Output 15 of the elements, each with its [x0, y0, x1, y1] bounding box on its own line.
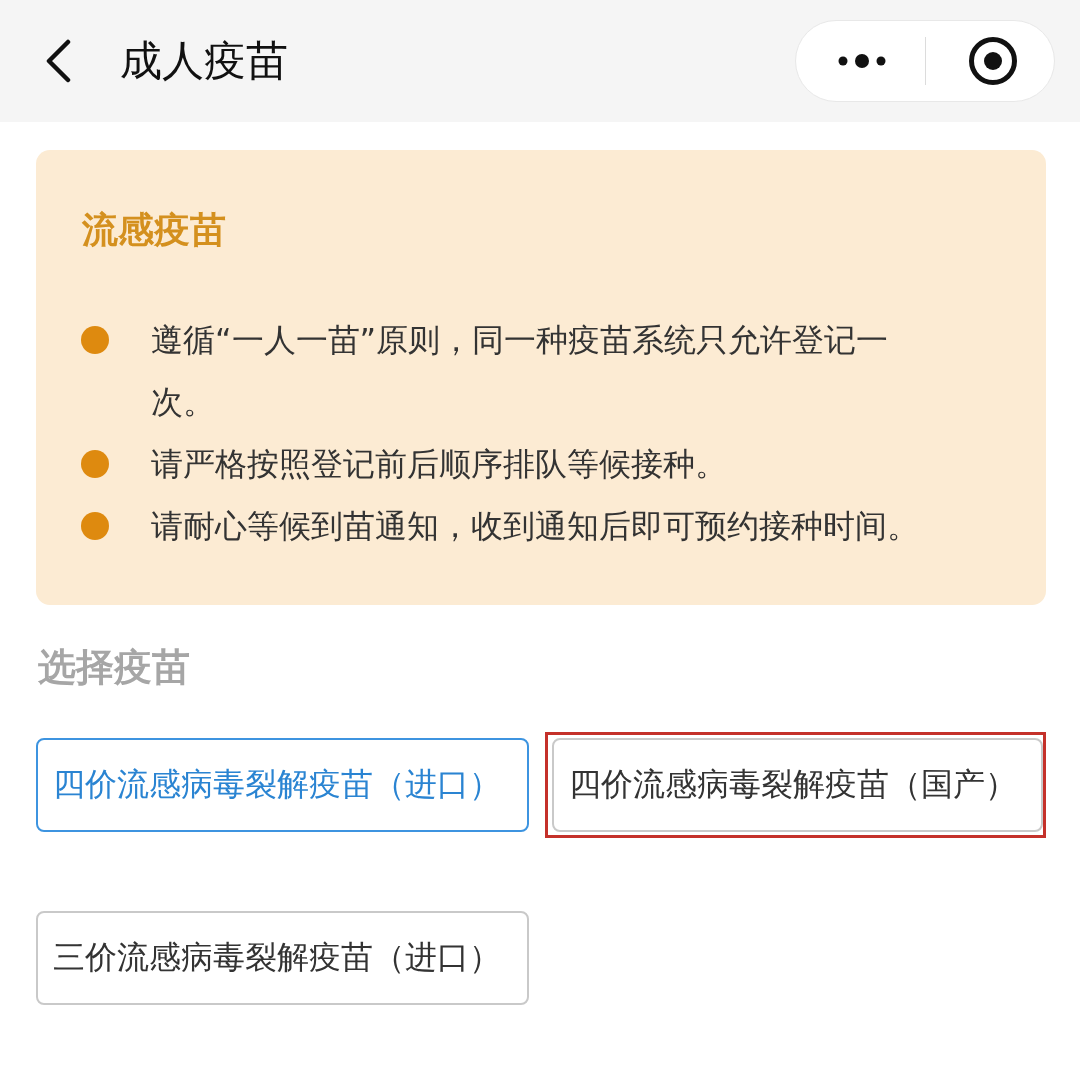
notice-text: 遵循“一人一苗”原则，同一种疫苗系统只允许登记一次。: [151, 320, 890, 423]
notice-text: 请严格按照登记前后顺序排队等候接种。: [151, 444, 728, 485]
page-title: 成人疫苗: [120, 35, 288, 87]
notice-title: 流感疫苗: [82, 208, 227, 252]
more-icon[interactable]: [838, 54, 886, 68]
notice-text: 请耐心等候到苗通知，收到通知后即可预约接种时间。: [151, 506, 920, 547]
vaccine-option[interactable]: 四价流感病毒裂解疫苗（国产）: [552, 738, 1043, 832]
vaccine-option[interactable]: 三价流感病毒裂解疫苗（进口）: [36, 911, 529, 1005]
bullet-dot-icon: [81, 326, 109, 354]
section-title: 选择疫苗: [38, 644, 191, 691]
bullet-dot-icon: [81, 450, 109, 478]
chevron-left-icon[interactable]: [44, 39, 72, 83]
circle-dot-icon[interactable]: [968, 36, 1018, 86]
vaccine-option[interactable]: 四价流感病毒裂解疫苗（进口）: [36, 738, 529, 832]
bullet-dot-icon: [81, 512, 109, 540]
